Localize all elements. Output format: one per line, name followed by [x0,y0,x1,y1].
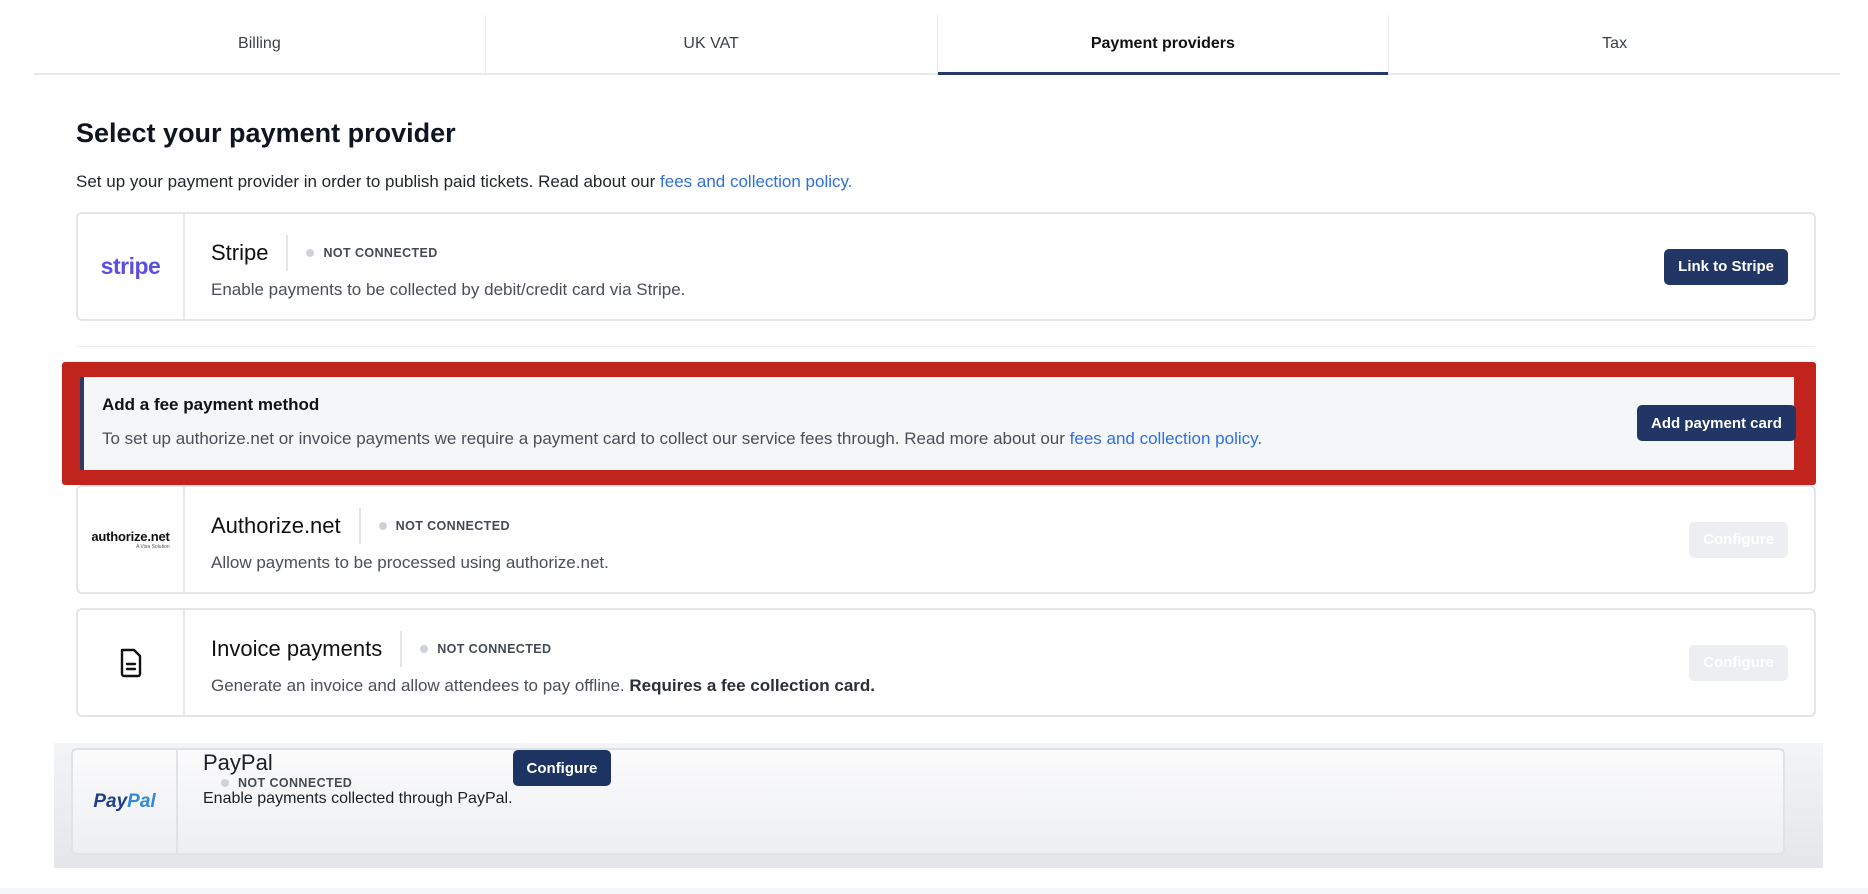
tab-billing[interactable]: Billing [34,15,486,73]
status-dot-icon [306,248,315,257]
authorize-status-text: NOT CONNECTED [395,518,510,533]
invoice-configure-button[interactable]: Configure [1689,644,1788,681]
page-subtitle: Set up your payment provider in order to… [76,172,852,192]
paypal-logo-pay: Pay [93,790,128,812]
authorize-logo-text: authorize.net [91,529,170,544]
document-icon [120,648,141,677]
authorize-configure-button[interactable]: Configure [1689,521,1788,558]
invoice-status-text: NOT CONNECTED [437,641,552,656]
status-dot-icon [221,779,229,787]
paypal-title: PayPal [203,750,273,775]
bottom-edge [0,888,1868,894]
link-to-stripe-button[interactable]: Link to Stripe [1664,248,1788,285]
fee-notice-trailing: . [1257,429,1263,448]
fee-notice-title: Add a fee payment method [102,395,320,414]
paypal-logo-cell: PayPal [73,750,178,853]
fee-notice-panel [80,377,1794,470]
invoice-logo-cell [78,610,185,715]
tab-tax[interactable]: Tax [1389,15,1840,73]
add-payment-card-button[interactable]: Add payment card [1637,405,1796,441]
fees-policy-link[interactable]: fees and collection policy. [660,172,852,191]
stripe-logo-cell: stripe [78,214,185,319]
invoice-title: Invoice payments [211,630,403,667]
stripe-status-badge: NOT CONNECTED [306,246,437,260]
paypal-logo-pal: Pal [127,790,156,812]
page-title: Select your payment provider [76,118,456,148]
authorize-logo-cell: authorize.net A Visa Solution [78,487,185,592]
settings-tabs: Billing UK VAT Payment providers Tax [34,15,1840,75]
tab-uk-vat[interactable]: UK VAT [486,15,938,73]
stripe-title: Stripe [211,234,289,271]
tab-payment-providers[interactable]: Payment providers [937,15,1390,75]
paypal-provider-card: PayPal PayPal NOT CONNECTED Enable payme… [71,748,1785,855]
fee-notice-description: To set up authorize.net or invoice payme… [102,429,1262,449]
status-dot-icon [420,644,429,653]
stripe-status-text: NOT CONNECTED [323,245,438,260]
authorize-description: Allow payments to be processed using aut… [211,552,609,572]
paypal-logo: PayPal [93,791,155,813]
authorize-net-logo: authorize.net A Visa Solution [91,529,169,550]
subtitle-text: Set up your payment provider in order to… [76,172,661,191]
authorize-status-badge: NOT CONNECTED [378,518,510,533]
fee-notice-text: To set up authorize.net or invoice payme… [102,429,1070,448]
authorize-logo-subtext: A Visa Solution [136,544,170,550]
status-dot-icon [378,521,387,530]
invoice-provider-card: Invoice payments NOT CONNECTED Generate … [76,608,1816,717]
invoice-description-text: Generate an invoice and allow attendees … [211,675,630,695]
paypal-status-text: NOT CONNECTED [238,776,353,790]
paypal-status-badge: NOT CONNECTED [221,776,513,790]
authorize-title: Authorize.net [211,507,361,544]
invoice-status-badge: NOT CONNECTED [420,642,551,656]
invoice-description: Generate an invoice and allow attendees … [211,676,1689,696]
stripe-logo: stripe [100,253,161,279]
fee-policy-link[interactable]: fees and collection policy [1070,429,1258,448]
invoice-requirement-note: Requires a fee collection card. [629,675,876,695]
paypal-configure-button[interactable]: Configure [512,750,612,786]
paypal-description: Enable payments collected through PayPal… [203,790,513,807]
section-divider [76,346,1816,347]
stripe-description: Enable payments to be collected by debit… [211,279,686,299]
authorize-provider-card: authorize.net A Visa Solution Authorize.… [76,485,1816,594]
stripe-provider-card: stripe Stripe NOT CONNECTED Enable payme… [76,212,1816,321]
